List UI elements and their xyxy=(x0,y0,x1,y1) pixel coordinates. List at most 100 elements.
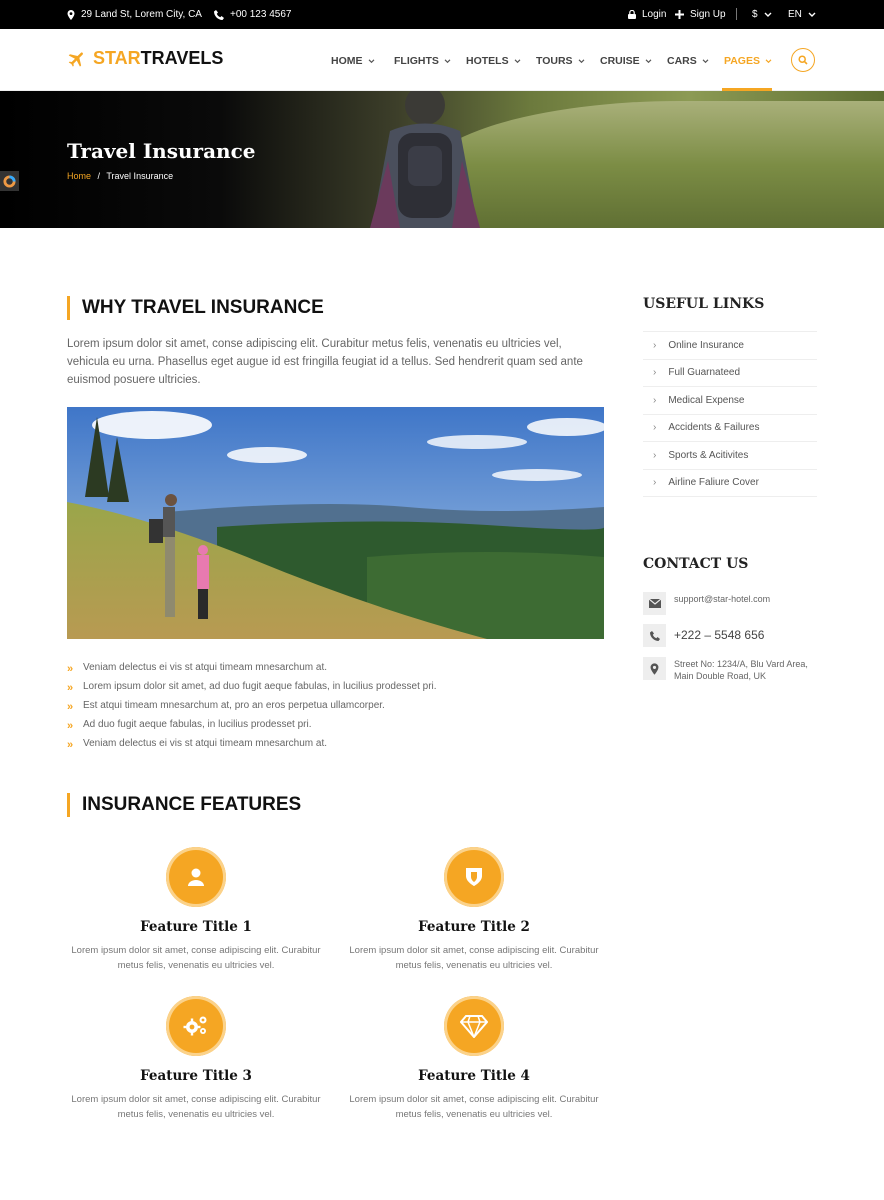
top-bar: 29 Land St, Lorem City, CA +00 123 4567 … xyxy=(0,0,884,29)
chevron-down-icon xyxy=(808,12,816,17)
chevron-down-icon xyxy=(368,58,374,63)
currency-dropdown[interactable]: $ xyxy=(752,9,772,20)
map-pin-icon xyxy=(650,662,659,675)
breadcrumb: Home / Travel Insurance xyxy=(67,171,173,181)
double-chevron-icon: » xyxy=(67,682,74,694)
useful-links-heading: USEFUL LINKS xyxy=(643,296,765,312)
feature-card-1: Feature Title 1 Lorem ipsum dolor sit am… xyxy=(66,847,326,973)
topbar-divider xyxy=(736,8,737,20)
breadcrumb-home[interactable]: Home xyxy=(67,171,91,181)
feature-title: Feature Title 3 xyxy=(140,1068,252,1084)
nav-flights[interactable]: FLIGHTS xyxy=(394,55,451,67)
contact-address: Street No: 1234/A, Blu Vard Area, Main D… xyxy=(643,657,808,682)
sidebar-link[interactable]: › Sports & Acitivites xyxy=(643,442,817,470)
address-text: 29 Land St, Lorem City, CA xyxy=(81,9,202,20)
contact-phone-text: +222 – 5548 656 xyxy=(674,628,765,642)
user-icon xyxy=(188,868,204,886)
shield-icon xyxy=(466,868,482,886)
page-banner: Travel Insurance Home / Travel Insurance xyxy=(0,91,884,228)
feature-description: Lorem ipsum dolor sit amet, conse adipis… xyxy=(71,1094,321,1120)
signup-label: Sign Up xyxy=(690,9,726,20)
banner-hiker-image xyxy=(370,91,480,228)
address-line-2: Main Double Road, UK xyxy=(674,671,767,681)
list-item: » Ad duo fugit aeque fabulas, in lucilius… xyxy=(67,719,312,732)
nav-hotels[interactable]: HOTELS xyxy=(466,55,521,67)
feature-icon-circle xyxy=(166,847,226,907)
nav-pages-label: PAGES xyxy=(724,55,760,67)
feature-description: Lorem ipsum dolor sit amet, conse adipis… xyxy=(349,945,599,971)
chevron-right-icon: › xyxy=(653,367,657,379)
features-heading: INSURANCE FEATURES xyxy=(67,793,301,817)
chevron-right-icon: › xyxy=(653,339,657,351)
language-label: EN xyxy=(788,9,802,20)
address-info: 29 Land St, Lorem City, CA xyxy=(67,9,202,20)
site-logo[interactable]: STAR TRAVELS xyxy=(67,48,223,69)
floating-widget-button[interactable] xyxy=(0,171,19,191)
chevron-down-icon xyxy=(514,58,521,63)
chevron-right-icon: › xyxy=(653,394,657,406)
sidebar-link[interactable]: › Medical Expense xyxy=(643,387,817,415)
map-pin-icon-box xyxy=(643,657,666,680)
search-icon xyxy=(798,55,808,65)
list-item: » Veniam delectus ei vis st atqui timeam … xyxy=(67,738,327,751)
nav-tours[interactable]: TOURS xyxy=(536,55,585,67)
gears-icon xyxy=(183,1016,207,1036)
login-label: Login xyxy=(642,9,667,20)
feature-title: Feature Title 2 xyxy=(418,919,530,935)
list-item: » Est atqui timeam mnesarchum at, pro an … xyxy=(67,700,385,713)
nav-home[interactable]: HOME xyxy=(331,55,375,67)
diamond-icon xyxy=(460,1015,488,1038)
contact-phone[interactable]: +222 – 5548 656 xyxy=(643,624,764,647)
login-link[interactable]: Login xyxy=(628,9,666,20)
envelope-icon xyxy=(648,599,661,608)
nav-tours-label: TOURS xyxy=(536,55,573,67)
phone-icon xyxy=(214,9,224,20)
chevron-down-icon xyxy=(765,58,772,63)
logo-text-travels: TRAVELS xyxy=(140,48,224,68)
why-intro: Lorem ipsum dolor sit amet, conse adipis… xyxy=(67,338,583,386)
double-chevron-icon: » xyxy=(67,739,74,751)
nav-hotels-label: HOTELS xyxy=(466,55,509,67)
chevron-right-icon: › xyxy=(653,477,657,489)
contact-email[interactable]: support@star-hotel.com xyxy=(643,592,770,615)
sidebar-link[interactable]: › Airline Faliure Cover xyxy=(643,470,817,497)
page-title: Travel Insurance xyxy=(67,139,256,163)
breadcrumb-separator: / xyxy=(97,171,101,181)
feature-title: Feature Title 1 xyxy=(140,919,252,935)
phone-text: +00 123 4567 xyxy=(230,9,292,20)
contact-address-text: Street No: 1234/A, Blu Vard Area, Main D… xyxy=(674,657,808,682)
sidebar-link[interactable]: › Full Guarnateed xyxy=(643,360,817,387)
search-button[interactable] xyxy=(791,48,815,72)
feature-title: Feature Title 4 xyxy=(418,1068,530,1084)
lock-icon xyxy=(628,10,636,19)
chevron-down-icon xyxy=(645,58,652,63)
airplane-icon xyxy=(68,51,83,67)
breadcrumb-current: Travel Insurance xyxy=(106,171,174,181)
chevron-down-icon xyxy=(764,12,772,17)
chevron-down-icon xyxy=(702,58,709,63)
sidebar-link[interactable]: › Online Insurance xyxy=(643,332,817,360)
feature-icon-circle xyxy=(166,996,226,1056)
phone-icon xyxy=(649,630,660,641)
address-line-1: Street No: 1234/A, Blu Vard Area, xyxy=(674,659,808,669)
phone-info: +00 123 4567 xyxy=(214,9,291,20)
chevron-right-icon: › xyxy=(653,422,657,434)
chevron-down-icon xyxy=(578,58,584,63)
sidebar-link[interactable]: › Accidents & Failures xyxy=(643,415,817,442)
family-hiking-photo xyxy=(67,407,604,639)
feature-card-3: Feature Title 3 Lorem ipsum dolor sit am… xyxy=(66,996,326,1122)
language-dropdown[interactable]: EN xyxy=(788,9,816,20)
why-bullet-list: » Veniam delectus ei vis st atqui timeam … xyxy=(67,660,607,755)
nav-pages[interactable]: PAGES xyxy=(724,55,772,67)
signup-link[interactable]: Sign Up xyxy=(675,9,726,20)
nav-flights-label: FLIGHTS xyxy=(394,55,439,67)
nav-cars[interactable]: CARS xyxy=(667,55,709,67)
nav-cars-label: CARS xyxy=(667,55,697,67)
contact-email-text: support@star-hotel.com xyxy=(674,594,771,604)
nav-cruise[interactable]: CRUISE xyxy=(600,55,652,67)
phone-icon-box xyxy=(643,624,666,647)
why-heading: WHY TRAVEL INSURANCE xyxy=(67,296,324,320)
feature-icon-circle xyxy=(444,847,504,907)
logo-text-star: STAR xyxy=(93,48,141,68)
feature-card-4: Feature Title 4 Lorem ipsum dolor sit am… xyxy=(344,996,604,1122)
